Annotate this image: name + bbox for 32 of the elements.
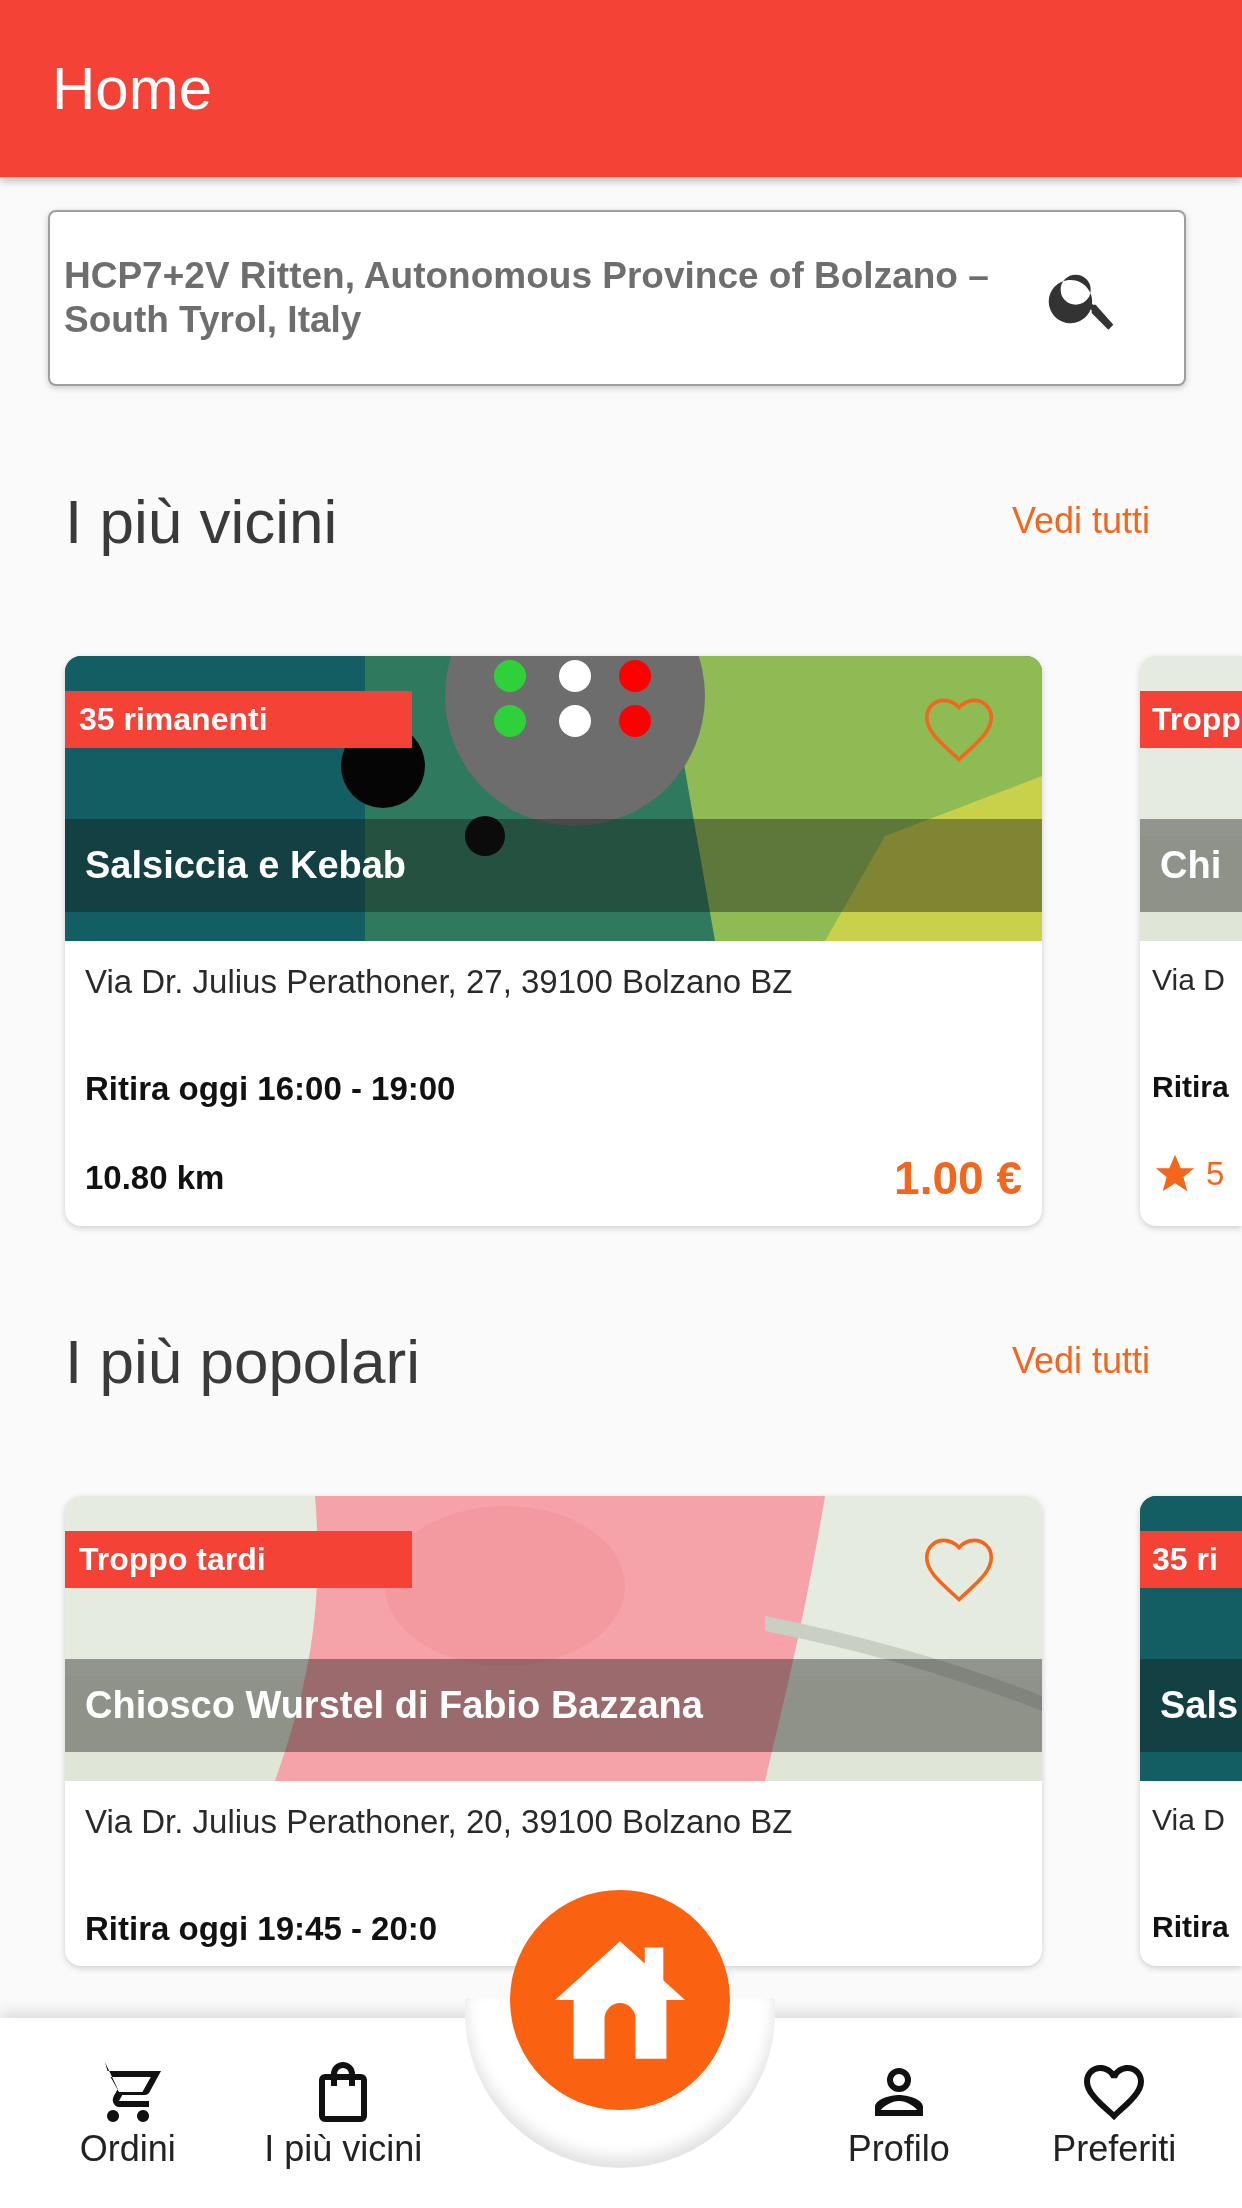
status-badge: Troppo tardi <box>65 1531 412 1588</box>
address: Via D <box>1152 963 1226 998</box>
nav-item[interactable]: I più vicini <box>235 2056 451 2170</box>
pickup-time: Ritira <box>1152 1070 1230 1104</box>
page-title: Home <box>52 54 213 123</box>
address: Via Dr. Julius Perathoner, 27, 39100 Bolzano BZ <box>85 963 794 1002</box>
nav-item[interactable]: Preferiti <box>1006 2056 1222 2170</box>
status-badge: 35 ri <box>1140 1531 1242 1588</box>
section-title: I più popolari <box>65 1325 421 1397</box>
pickup-time: Ritira oggi 19:45 - 20:0 <box>85 1910 439 1948</box>
place-name: Chi <box>1160 844 1222 887</box>
place-card[interactable]: Troppo tardi Chiosco Wurstel di Fabio Bazzana Via Dr. Julius Perathoner, 20, 39100 Bolzano BZ Ritira oggi 19:45 - 20:0 <box>65 1496 1042 1966</box>
place-name: Chiosco Wurstel di Fabio Bazzana <box>85 1684 703 1727</box>
place-name: Sals <box>1160 1684 1239 1727</box>
place-card[interactable]: 35 rimanenti Salsiccia e Kebab Via Dr. Julius Perathoner, 27, 39100 Bolzano BZ Ritira oggi 16:00 - 19:00 10.80 km 1.00 € <box>65 656 1042 1226</box>
search-field[interactable]: HCP7+2V Ritten, Autonomous Province of Bolzano – South Tyrol, Italy <box>48 210 1186 386</box>
section-title: I più vicini <box>65 485 338 557</box>
pickup-time: Ritira <box>1152 1910 1230 1944</box>
status-badge: Tropp <box>1140 691 1242 748</box>
status-badge: 35 rimanenti <box>65 691 412 748</box>
pickup-time: Ritira oggi 16:00 - 19:00 <box>85 1070 457 1108</box>
place-card[interactable]: 35 ri Sals Via D Ritira <box>1140 1496 1242 1966</box>
place-card[interactable]: Tropp Chi Via D Ritira 5 <box>1140 656 1242 1226</box>
address: Via Dr. Julius Perathoner, 20, 39100 Bolzano BZ <box>85 1803 794 1842</box>
price: 1.00 € <box>894 1151 1022 1205</box>
address: Via D <box>1152 1803 1226 1838</box>
distance: 10.80 km <box>85 1159 226 1197</box>
nav-item[interactable]: Ordini <box>20 2056 236 2170</box>
home-icon <box>555 1941 685 2059</box>
place-name: Salsiccia e Kebab <box>85 844 407 887</box>
rating: 5 <box>1206 1155 1225 1193</box>
nav-item[interactable]: Profilo <box>791 2056 1007 2170</box>
